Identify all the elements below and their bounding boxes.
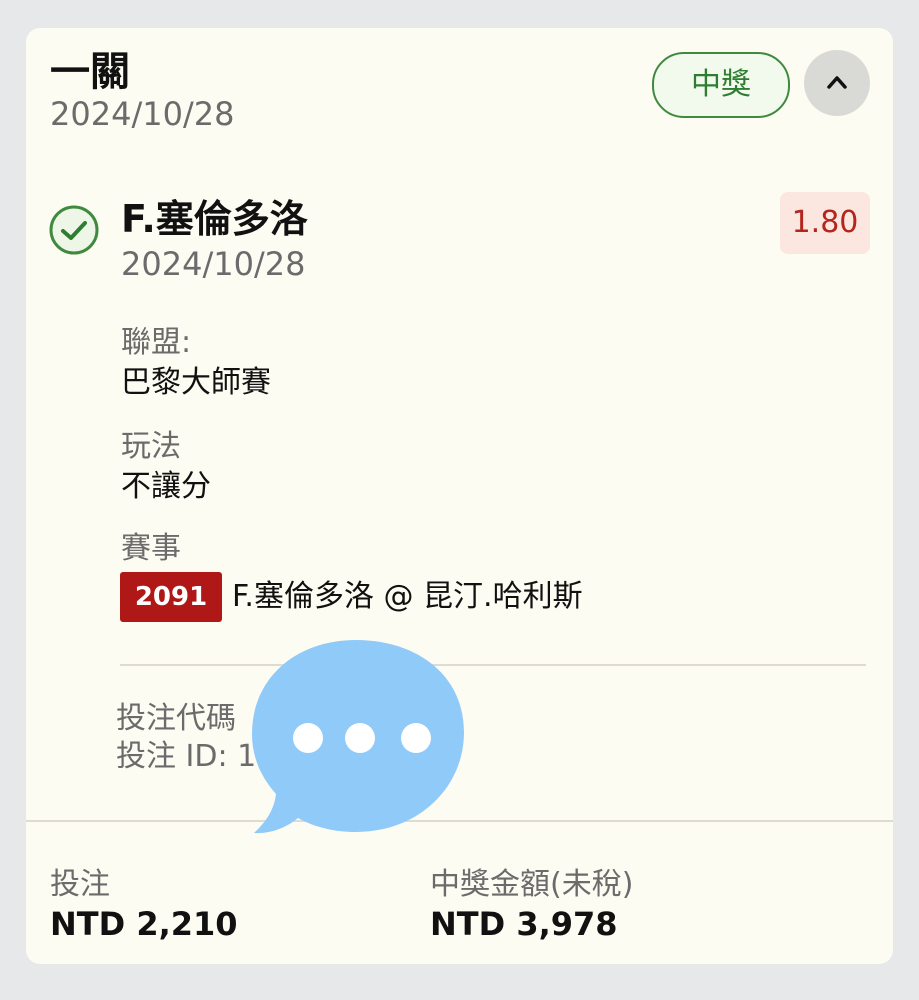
section-divider (120, 664, 866, 666)
bet-type-value: 不讓分 (121, 469, 211, 504)
chat-bubble-icon (252, 640, 464, 834)
bet-date: 2024/10/28 (50, 95, 235, 133)
ticket-id-label: 投注 ID: 1 (116, 739, 257, 774)
collapse-button[interactable] (804, 50, 870, 116)
stake-label: 投注 (50, 867, 110, 902)
status-badge: 中獎 (652, 52, 790, 118)
league-label: 聯盟: (121, 325, 192, 360)
selection-name: F.塞倫多洛 (121, 197, 308, 241)
payout-label: 中獎金額(未稅) (430, 867, 634, 902)
chevron-up-icon (827, 76, 847, 89)
check-circle-icon (49, 205, 99, 255)
bet-type-title: 一關 (50, 49, 130, 95)
payout-value: NTD 3,978 (430, 905, 618, 943)
league-value: 巴黎大師賽 (121, 365, 271, 400)
event-code-badge: 2091 (120, 572, 222, 622)
stake-value: NTD 2,210 (50, 905, 238, 943)
ticket-code-label: 投注代碼 (116, 701, 236, 736)
odds-badge: 1.80 (780, 192, 870, 254)
selection-date: 2024/10/28 (121, 245, 306, 283)
bet-type-label: 玩法 (121, 429, 181, 464)
event-name: F.塞倫多洛 @ 昆汀.哈利斯 (232, 579, 583, 614)
event-label: 賽事 (121, 531, 181, 566)
